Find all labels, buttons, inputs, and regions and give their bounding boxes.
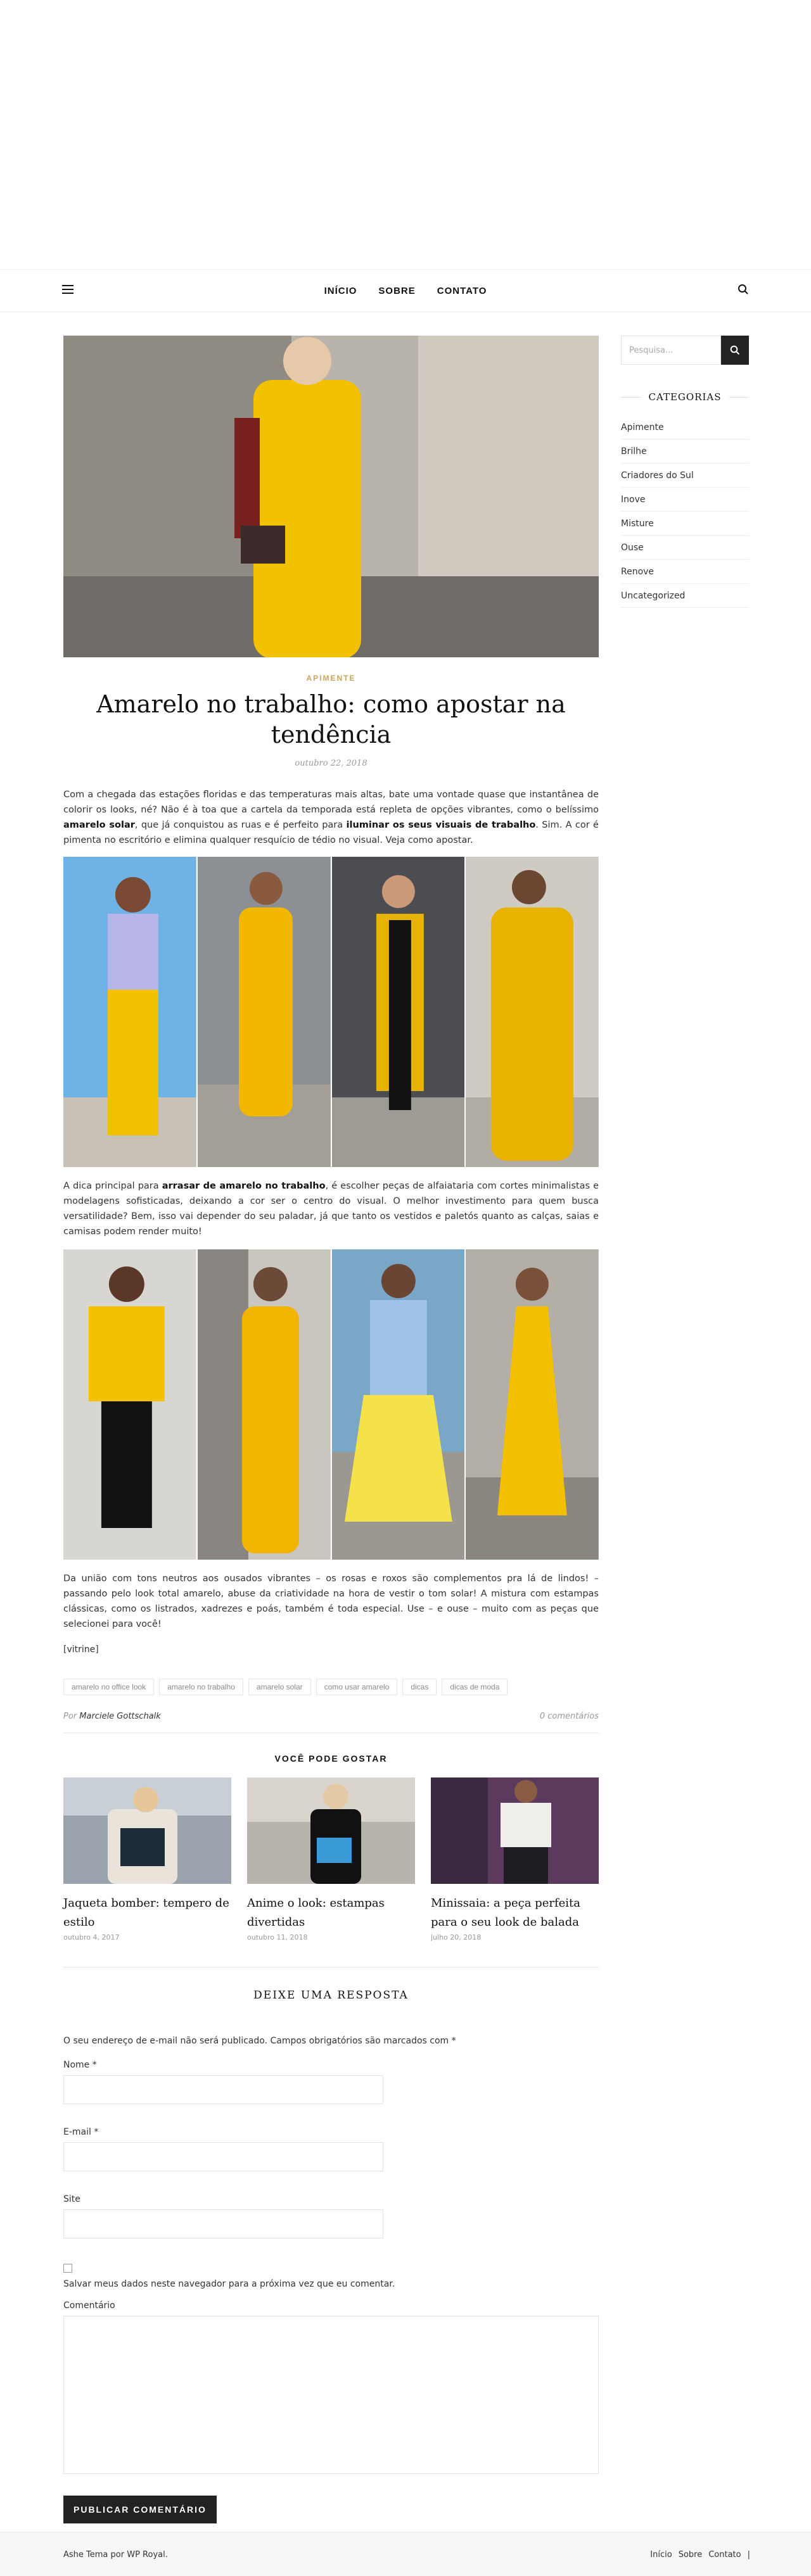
category-link[interactable]: Renove <box>621 560 749 584</box>
footer-link-contato[interactable]: Contato <box>708 2550 741 2560</box>
sidebar-search-button[interactable] <box>721 336 749 365</box>
category-link[interactable]: Uncategorized <box>621 584 749 608</box>
header-space <box>0 0 811 269</box>
site-footer: Ashe Tema por WP Royal. Início Sobre Con… <box>0 2532 811 2576</box>
gallery-photo[interactable] <box>466 1249 599 1560</box>
related-date: outubro 11, 2018 <box>247 1933 308 1941</box>
sidebar-search-input[interactable]: Pesquisa... <box>621 336 721 365</box>
menu-icon[interactable] <box>62 285 73 294</box>
email-label: E-mail * <box>63 2127 99 2137</box>
author-link[interactable]: Marciele Gottschalk <box>79 1712 161 1721</box>
related-thumbnail[interactable] <box>247 1777 415 1884</box>
paragraph-intro: Com a chegada das estações floridas e da… <box>63 790 599 845</box>
comment-textarea[interactable] <box>63 2316 599 2474</box>
comments-count-link[interactable]: 0 comentários <box>540 1712 599 1721</box>
category-link[interactable]: Misture <box>621 512 749 536</box>
related-post: Minissaia: a peça perfeita para o seu lo… <box>431 1777 599 1941</box>
site-field[interactable] <box>63 2209 383 2238</box>
gallery-photo[interactable] <box>466 857 599 1167</box>
category-link[interactable]: Ouse <box>621 536 749 560</box>
site-label: Site <box>63 2194 80 2204</box>
related-post: Jaqueta bomber: tempero de estilo outubr… <box>63 1777 231 1941</box>
category-list: Apimente Brilhe Criadores do Sul Inove M… <box>621 415 749 608</box>
category-link[interactable]: Inove <box>621 488 749 512</box>
post-category[interactable]: APIMENTE <box>63 674 599 683</box>
paragraph-tip: A dica principal para arrasar de amarelo… <box>63 1181 599 1237</box>
related-posts: Jaqueta bomber: tempero de estilo outubr… <box>63 1777 599 1941</box>
save-data-checkbox[interactable] <box>63 2264 72 2273</box>
search-icon <box>730 345 740 355</box>
submit-comment-button[interactable]: PUBLICAR COMENTÁRIO <box>63 2496 217 2523</box>
related-thumbnail[interactable] <box>63 1777 231 1884</box>
footer-link-inicio[interactable]: Início <box>650 2550 672 2560</box>
sidebar-search: Pesquisa... <box>621 336 749 365</box>
vitrine-shortcode: [vitrine] <box>63 1645 99 1655</box>
nav-link-contato[interactable]: CONTATO <box>437 286 487 296</box>
nav-links: INÍCIO SOBRE CONTATO <box>324 286 487 296</box>
footer-separator: | <box>747 2550 750 2560</box>
sidebar: Pesquisa... CATEGORIAS Apimente Brilhe C… <box>621 336 749 608</box>
tag-link[interactable]: como usar amarelo <box>316 1679 398 1695</box>
gallery-photo[interactable] <box>331 1249 465 1560</box>
related-title[interactable]: Anime o look: estampas divertidas <box>247 1894 415 1932</box>
comment-label: Comentário <box>63 2301 115 2311</box>
email-field[interactable] <box>63 2142 383 2171</box>
related-thumbnail[interactable] <box>431 1777 599 1884</box>
tag-link[interactable]: amarelo solar <box>248 1679 311 1695</box>
gallery-photo[interactable] <box>63 857 196 1167</box>
tag-link[interactable]: dicas de moda <box>442 1679 508 1695</box>
category-link[interactable]: Apimente <box>621 415 749 439</box>
save-data-row: Salvar meus dados neste navegador para a… <box>63 2264 599 2289</box>
save-data-label: Salvar meus dados neste navegador para a… <box>63 2279 395 2289</box>
post-title: Amarelo no trabalho: como apostar na ten… <box>96 690 566 748</box>
post-byline: Por Marciele Gottschalk 0 comentários <box>63 1712 599 1733</box>
gallery-photo[interactable] <box>331 857 465 1167</box>
categories-heading: CATEGORIAS <box>621 391 749 403</box>
related-heading: VOCÊ PODE GOSTAR <box>274 1753 388 1764</box>
category-link[interactable]: Brilhe <box>621 439 749 464</box>
post-date: outubro 22, 2018 <box>295 759 367 768</box>
tag-link[interactable]: amarelo no office look <box>63 1679 155 1695</box>
related-title[interactable]: Jaqueta bomber: tempero de estilo <box>63 1894 231 1932</box>
nav-link-sobre[interactable]: SOBRE <box>378 286 415 296</box>
reply-note: O seu endereço de e-mail não será public… <box>63 2036 456 2046</box>
gallery-photo[interactable] <box>63 1249 196 1560</box>
gallery-photo[interactable] <box>197 857 331 1167</box>
gallery-photo[interactable] <box>197 1249 331 1560</box>
reply-heading: DEIXE UMA RESPOSTA <box>253 1989 409 2002</box>
tag-list: amarelo no office look amarelo no trabal… <box>63 1679 599 1695</box>
post-content: APIMENTE Amarelo no trabalho: como apost… <box>63 336 599 2523</box>
related-date: julho 20, 2018 <box>431 1933 482 1941</box>
gallery-top <box>63 857 599 1167</box>
nav-link-inicio[interactable]: INÍCIO <box>324 286 357 296</box>
gallery-bottom <box>63 1249 599 1560</box>
search-icon[interactable] <box>738 284 749 295</box>
tag-link[interactable]: amarelo no trabalho <box>159 1679 243 1695</box>
footer-links: Início Sobre Contato | <box>650 2550 750 2560</box>
related-title[interactable]: Minissaia: a peça perfeita para o seu lo… <box>431 1894 599 1932</box>
author-line: Por Marciele Gottschalk <box>63 1712 161 1721</box>
category-link[interactable]: Criadores do Sul <box>621 464 749 488</box>
name-label: Nome * <box>63 2060 97 2070</box>
name-field[interactable] <box>63 2075 383 2104</box>
related-date: outubro 4, 2017 <box>63 1933 120 1941</box>
featured-image[interactable] <box>63 336 599 657</box>
related-post: Anime o look: estampas divertidas outubr… <box>247 1777 415 1941</box>
paragraph-closing: Da união com tons neutros aos ousados vi… <box>63 1574 599 1629</box>
footer-link-sobre[interactable]: Sobre <box>679 2550 703 2560</box>
footer-credit[interactable]: Ashe Tema por WP Royal. <box>63 2550 168 2560</box>
main-navbar: INÍCIO SOBRE CONTATO <box>0 269 811 312</box>
tag-link[interactable]: dicas <box>402 1679 437 1695</box>
